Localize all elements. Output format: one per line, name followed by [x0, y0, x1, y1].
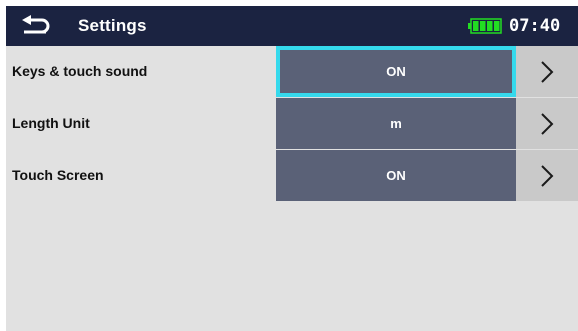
setting-row-keys-touch-sound[interactable]: Keys & touch sound ON: [6, 46, 578, 98]
setting-row-length-unit[interactable]: Length Unit m: [6, 98, 578, 150]
chevron-right-icon: [541, 112, 554, 135]
open-setting-button[interactable]: [516, 150, 578, 201]
setting-label: Length Unit: [12, 115, 90, 131]
header-bar: Settings 07:40: [6, 6, 578, 46]
battery-full-icon: [468, 18, 502, 34]
settings-screen: Settings 07:40 Keys & touch sound ON Len…: [6, 6, 578, 331]
setting-value-button[interactable]: ON: [276, 150, 516, 201]
chevron-right-icon: [541, 60, 554, 83]
setting-value-button[interactable]: ON: [276, 46, 516, 97]
page-title: Settings: [78, 16, 147, 35]
open-setting-button[interactable]: [516, 98, 578, 149]
back-arrow-icon[interactable]: [20, 15, 54, 37]
empty-list-area: [276, 203, 578, 331]
open-setting-button[interactable]: [516, 46, 578, 97]
chevron-right-icon: [541, 164, 554, 187]
setting-label: Keys & touch sound: [12, 63, 148, 79]
setting-label: Touch Screen: [12, 167, 104, 183]
setting-row-touch-screen[interactable]: Touch Screen ON: [6, 150, 578, 202]
setting-value-button[interactable]: m: [276, 98, 516, 149]
clock: 07:40: [509, 16, 561, 36]
